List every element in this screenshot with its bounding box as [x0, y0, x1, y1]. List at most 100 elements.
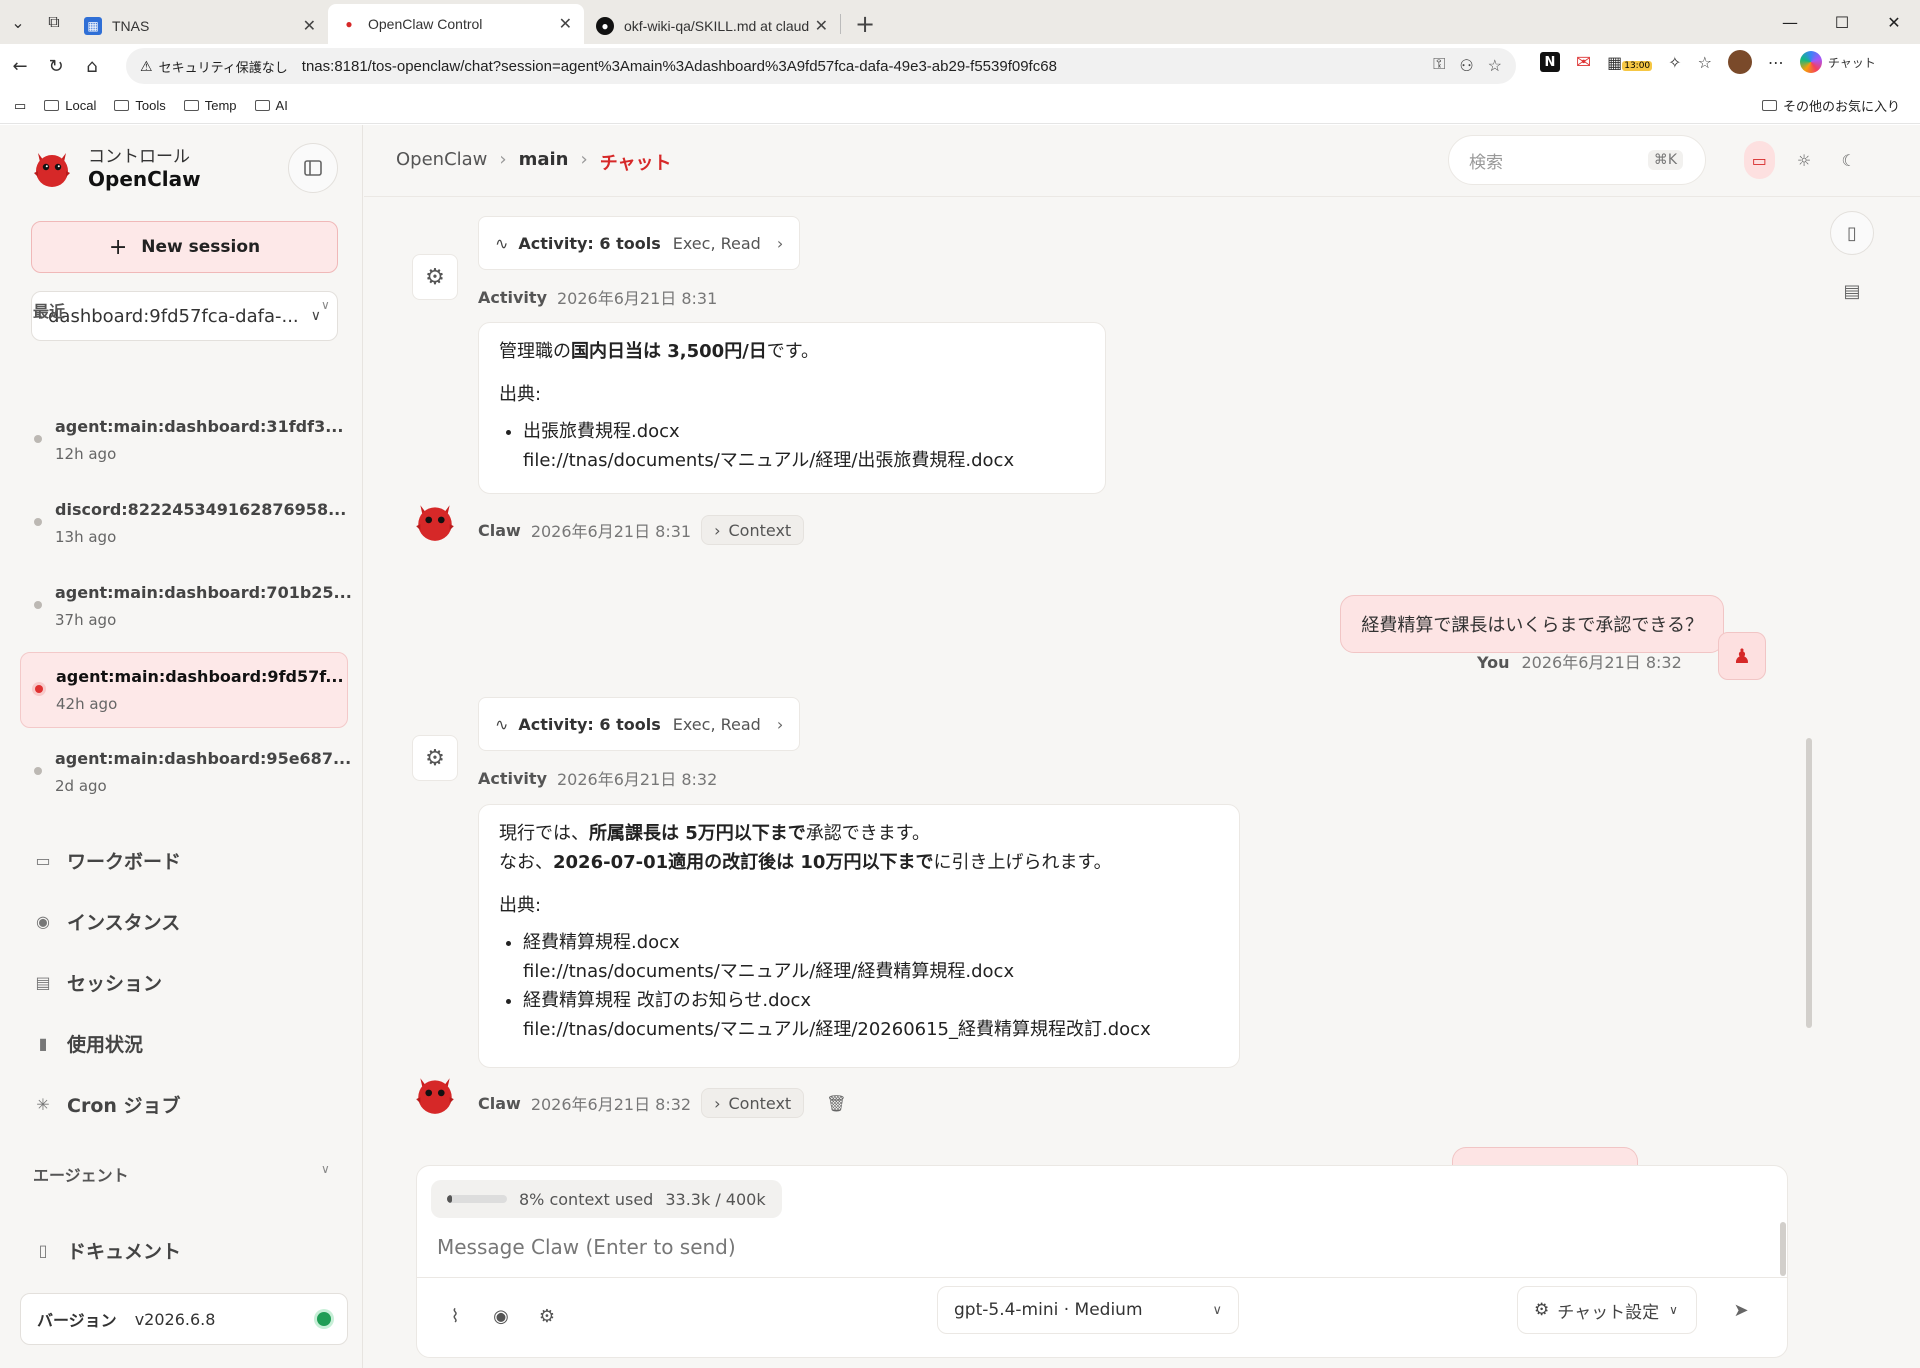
gear-icon[interactable]: ⚙	[529, 1298, 565, 1334]
monitor-icon[interactable]: ▭	[1744, 141, 1775, 179]
mail-icon[interactable]: ✉	[1576, 52, 1591, 73]
close-icon[interactable]: ✕	[559, 14, 572, 34]
bar-chart-icon: ▮	[38, 1034, 48, 1053]
breadcrumb-openclaw[interactable]: OpenClaw	[396, 149, 487, 175]
source-path[interactable]: file://tnas/documents/マニュアル/経理/出張旅費規程.do…	[523, 446, 1085, 475]
bookmark-label: Temp	[204, 98, 237, 113]
chat-scrollbar[interactable]	[1806, 738, 1812, 1028]
extension-badge: 13:00	[1622, 60, 1653, 71]
more-menu-icon[interactable]: ⋯	[1768, 53, 1784, 72]
bookmark-apps-icon[interactable]: ▭	[14, 98, 26, 114]
chat-settings-button[interactable]: ⚙ チャット設定 ∨	[1517, 1286, 1697, 1334]
bookmark-label: Tools	[135, 98, 166, 113]
text: です。	[766, 341, 819, 362]
new-tab-button[interactable]: +	[855, 10, 875, 38]
bookmark-tools[interactable]: Tools	[114, 98, 166, 113]
message-input[interactable]	[437, 1228, 1757, 1266]
session-select[interactable]: dashboard:9fd57fca-dafa-... ∨	[31, 291, 338, 341]
agents-heading[interactable]: エージェント ∨	[33, 1162, 330, 1186]
context-button[interactable]: › Context	[701, 515, 805, 545]
tab-list-chevron-icon[interactable]: ⌄	[0, 4, 36, 40]
key-icon[interactable]: ⚿	[1433, 56, 1445, 76]
profile-avatar[interactable]	[1727, 50, 1752, 74]
profile-share-icon[interactable]: ⚇	[1459, 56, 1473, 76]
brand-subtitle: コントロール	[88, 147, 190, 167]
app-header: OpenClaw › main › チャット 検索 ⌘K ▭ ☼ ☾	[364, 125, 1920, 197]
status-online-dot	[317, 1312, 331, 1326]
activity-summary-button[interactable]: ∿ Activity: 6 tools Exec, Read ›	[478, 216, 801, 270]
chevron-right-icon: ›	[776, 233, 784, 253]
home-icon[interactable]: ⌂	[76, 50, 108, 82]
recent-session-item[interactable]: agent:main:dashboard:95e687... 2d ago	[20, 735, 351, 811]
voice-broadcast-icon[interactable]: ◉	[483, 1298, 519, 1334]
browser-tab-openclaw[interactable]: ● OpenClaw Control ✕	[328, 4, 584, 44]
user-message-partial	[1452, 1147, 1638, 1165]
browser-tab-tnas[interactable]: ▦ TNAS ✕	[72, 8, 328, 44]
recent-session-item[interactable]: agent:main:dashboard:31fdf3... 12h ago	[20, 403, 348, 479]
document-icon[interactable]: ▤	[1830, 269, 1874, 313]
activity-summary-button[interactable]: ∿ Activity: 6 tools Exec, Read ›	[478, 697, 801, 751]
context-button[interactable]: › Context	[701, 1088, 805, 1118]
workspaces-icon[interactable]: ⧉	[36, 4, 72, 40]
search-input[interactable]: 検索 ⌘K	[1448, 135, 1706, 185]
send-icon[interactable]: ➤	[1723, 1292, 1759, 1328]
extensions-puzzle-icon[interactable]: ✧	[1668, 53, 1681, 72]
favorites-list-icon[interactable]: ☆	[1698, 53, 1712, 72]
text-bold: 国内日当は 3,500円/日	[571, 341, 767, 362]
close-window-icon[interactable]: ✕	[1868, 0, 1920, 44]
url-field[interactable]: ⚠ セキュリティ保護なし tnas:8181/tos-openclaw/chat…	[126, 48, 1516, 84]
security-label[interactable]: セキュリティ保護なし	[159, 57, 288, 76]
composer-scrollbar[interactable]	[1780, 1222, 1786, 1276]
copilot-label: チャット	[1827, 55, 1876, 70]
nav-usage[interactable]: ▮ 使用状況	[33, 1030, 143, 1057]
nav-sessions[interactable]: ▤ セッション	[33, 969, 162, 996]
breadcrumb-separator: ›	[499, 149, 507, 170]
recent-session-item-active[interactable]: agent:main:dashboard:9fd57f... 42h ago	[20, 652, 348, 728]
collapse-sidebar-button[interactable]	[288, 143, 338, 193]
reload-icon[interactable]: ↻	[40, 50, 72, 82]
bookmark-other-favorites[interactable]: その他のお気に入り	[1761, 96, 1900, 115]
notion-icon[interactable]: N	[1540, 52, 1560, 72]
tab-divider	[840, 14, 841, 34]
copilot-chat-button[interactable]: チャット	[1799, 51, 1876, 73]
recent-session-item[interactable]: agent:main:dashboard:701b25... 37h ago	[20, 569, 352, 645]
copilot-icon	[1799, 51, 1822, 73]
bookmark-local[interactable]: Local	[44, 98, 96, 113]
recent-heading[interactable]: 最近 ∨	[33, 298, 330, 322]
trash-icon[interactable]: 🗑	[826, 1094, 846, 1113]
model-select[interactable]: gpt-5.4-mini · Medium ∨	[937, 1286, 1239, 1334]
nav-cron-jobs[interactable]: ✳ Cron ジョブ	[33, 1091, 180, 1118]
nav-documents[interactable]: ▯ ドキュメント	[33, 1237, 181, 1264]
bookmark-ai[interactable]: AI	[254, 98, 288, 113]
attach-paperclip-icon[interactable]: ⌇	[437, 1298, 473, 1334]
recent-session-item[interactable]: discord:822245349162876958... 13h ago	[20, 486, 348, 562]
source-path[interactable]: file://tnas/documents/マニュアル/経理/経費精算規程.do…	[523, 957, 1219, 986]
nav-label: セッション	[67, 973, 163, 995]
nav-instances[interactable]: ◉ インスタンス	[33, 908, 180, 935]
browser-tab-github[interactable]: ● okf-wiki-qa/SKILL.md at claude/jol ✕	[584, 8, 840, 44]
new-session-button[interactable]: + New session	[31, 221, 338, 273]
warning-icon[interactable]: ⚠	[140, 58, 153, 75]
panel-toggle-icon[interactable]: ▯	[1830, 211, 1874, 255]
chat-settings-label: チャット設定	[1557, 1302, 1660, 1323]
close-icon[interactable]: ✕	[815, 16, 828, 36]
status-dot	[34, 601, 42, 609]
url-text[interactable]: tnas:8181/tos-openclaw/chat?session=agen…	[302, 58, 1057, 75]
minimize-icon[interactable]: —	[1764, 0, 1816, 44]
openclaw-icon: ●	[345, 17, 353, 31]
meta-author: Claw	[478, 1093, 521, 1113]
sun-icon[interactable]: ☼	[1789, 141, 1820, 179]
folder-icon	[183, 100, 199, 111]
favorite-star-icon[interactable]: ☆	[1488, 56, 1502, 76]
close-icon[interactable]: ✕	[303, 16, 316, 36]
context-usage-fill	[447, 1195, 452, 1203]
breadcrumb-main[interactable]: main	[519, 149, 569, 175]
maximize-icon[interactable]: ☐	[1816, 0, 1868, 44]
status-dot	[35, 685, 43, 693]
source-path[interactable]: file://tnas/documents/マニュアル/経理/20260615_…	[523, 1015, 1219, 1044]
calendar-extension-icon[interactable]: ▦ 13:00	[1607, 53, 1653, 72]
nav-workboard[interactable]: ▭ ワークボード	[33, 847, 181, 874]
bookmark-temp[interactable]: Temp	[183, 98, 237, 113]
moon-icon[interactable]: ☾	[1833, 141, 1864, 179]
back-icon[interactable]: ←	[4, 50, 36, 82]
